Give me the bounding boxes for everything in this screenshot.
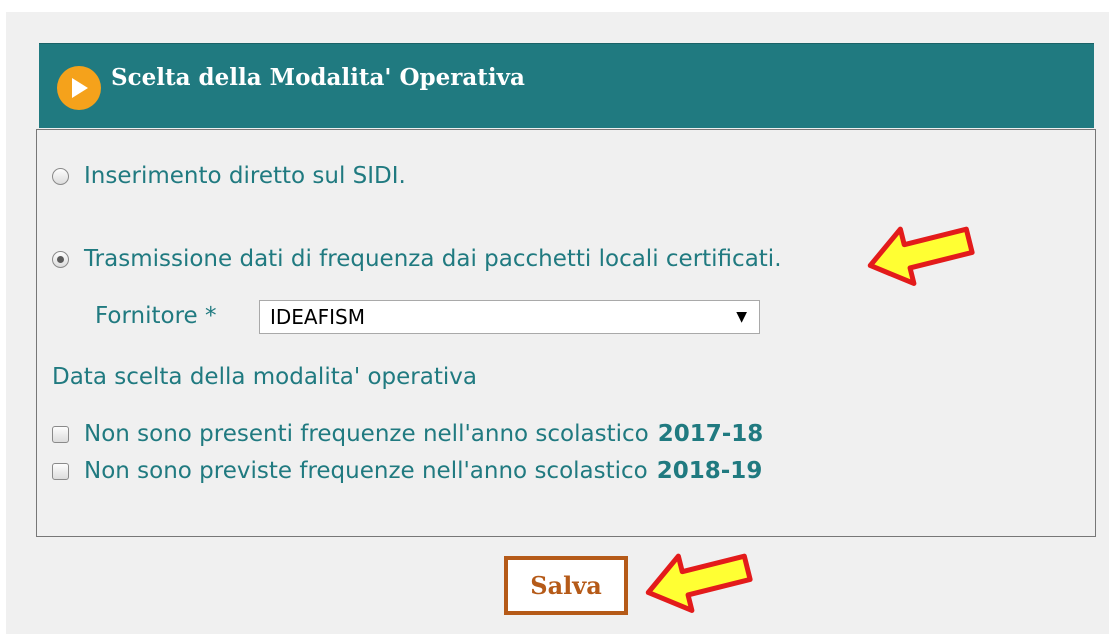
annotation-arrow-icon — [867, 226, 975, 286]
checkbox-2018-19[interactable] — [52, 462, 69, 480]
option-transmission-label: Trasmissione dati di frequenza dai pacch… — [84, 246, 782, 272]
data-scelta-row: Data scelta della modalita' operativa — [52, 364, 477, 390]
option-direct-label: Inserimento diretto sul SIDI. — [84, 163, 406, 189]
section-header: Scelta della Modalita' Operativa — [39, 43, 1094, 128]
check-label-1: Non sono presenti frequenze nell'anno sc… — [84, 421, 649, 447]
check-year-1: 2017-18 — [657, 421, 764, 447]
checkbox-2017-18[interactable] — [52, 425, 69, 443]
section-title: Scelta della Modalita' Operativa — [111, 64, 525, 91]
check-label-2: Non sono previste frequenze nell'anno sc… — [84, 458, 648, 484]
save-button[interactable]: Salva — [504, 556, 628, 615]
fornitore-label: Fornitore * — [95, 303, 217, 329]
data-scelta-label: Data scelta della modalita' operativa — [52, 364, 477, 390]
option-transmission-row[interactable]: Trasmissione dati di frequenza dai pacch… — [52, 246, 782, 272]
chevron-down-icon: ▼ — [736, 309, 747, 325]
fornitore-select[interactable]: IDEAFISM ▼ — [259, 300, 760, 334]
fornitore-label-row: Fornitore * — [95, 303, 217, 329]
play-icon — [57, 66, 101, 110]
radio-direct[interactable] — [52, 167, 69, 185]
radio-transmission[interactable] — [52, 250, 69, 268]
check-row-2[interactable]: Non sono previste frequenze nell'anno sc… — [52, 458, 762, 484]
check-row-1[interactable]: Non sono presenti frequenze nell'anno sc… — [52, 421, 763, 447]
check-year-2: 2018-19 — [656, 458, 763, 484]
annotation-arrow-icon — [645, 553, 753, 613]
option-direct-row[interactable]: Inserimento diretto sul SIDI. — [52, 163, 406, 189]
fornitore-selected-value: IDEAFISM — [270, 305, 365, 329]
